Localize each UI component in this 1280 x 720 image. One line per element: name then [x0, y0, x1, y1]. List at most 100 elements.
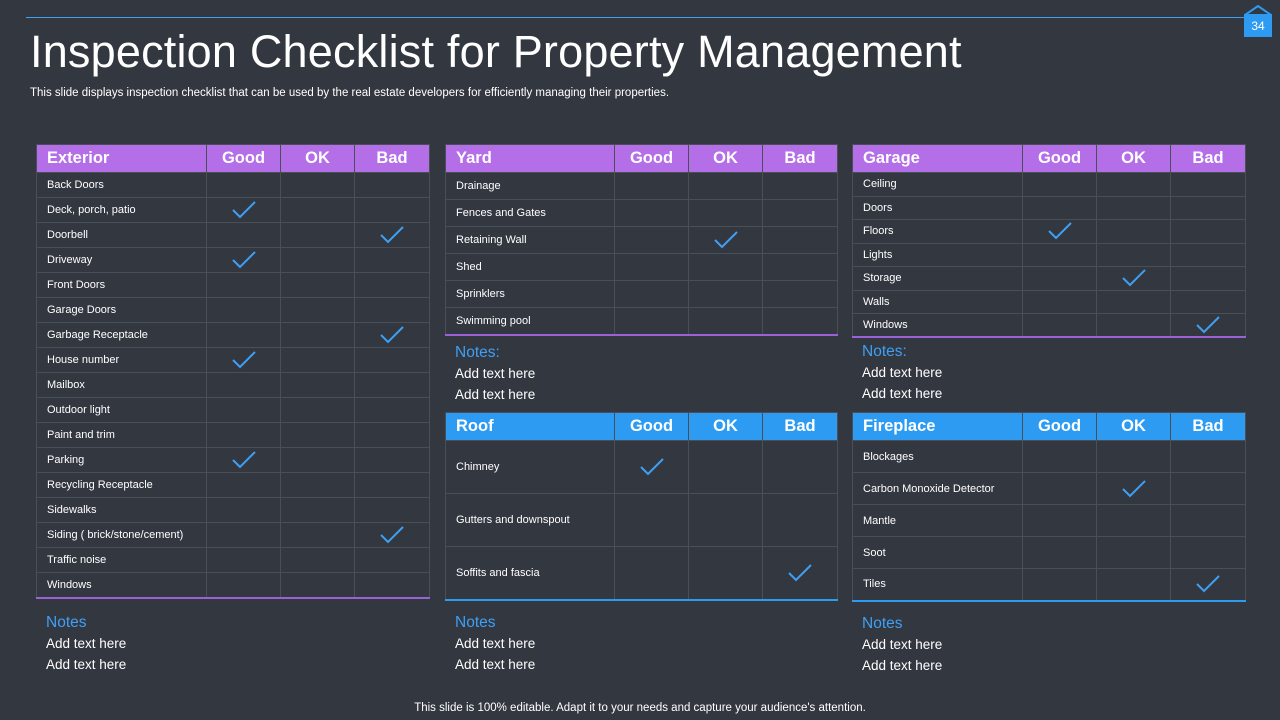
- bad-rating-cell[interactable]: [354, 472, 430, 498]
- good-rating-cell[interactable]: [206, 372, 281, 398]
- ok-rating-cell[interactable]: [280, 522, 355, 548]
- good-rating-cell[interactable]: [614, 546, 689, 600]
- bad-rating-cell[interactable]: [762, 253, 838, 281]
- ok-rating-cell[interactable]: [280, 372, 355, 398]
- good-rating-cell[interactable]: [206, 247, 281, 273]
- good-rating-cell[interactable]: [1022, 172, 1097, 197]
- ok-rating-cell[interactable]: [688, 307, 763, 335]
- ok-rating-cell[interactable]: [1096, 266, 1171, 291]
- good-rating-cell[interactable]: [1022, 440, 1097, 473]
- good-rating-cell[interactable]: [614, 253, 689, 281]
- bad-rating-cell[interactable]: [354, 522, 430, 548]
- good-rating-cell[interactable]: [206, 547, 281, 573]
- ok-rating-cell[interactable]: [280, 447, 355, 473]
- good-rating-cell[interactable]: [614, 172, 689, 200]
- ok-rating-cell[interactable]: [280, 197, 355, 223]
- bad-rating-cell[interactable]: [762, 172, 838, 200]
- bad-rating-cell[interactable]: [1170, 242, 1246, 267]
- bad-rating-cell[interactable]: [762, 440, 838, 494]
- bad-rating-cell[interactable]: [354, 422, 430, 448]
- ok-rating-cell[interactable]: [280, 472, 355, 498]
- good-rating-cell[interactable]: [206, 197, 281, 223]
- ok-rating-cell[interactable]: [280, 547, 355, 573]
- bad-rating-cell[interactable]: [762, 307, 838, 335]
- good-rating-cell[interactable]: [1022, 568, 1097, 601]
- ok-rating-cell[interactable]: [1096, 568, 1171, 601]
- ok-rating-cell[interactable]: [688, 493, 763, 547]
- bad-rating-cell[interactable]: [1170, 313, 1246, 338]
- good-rating-cell[interactable]: [1022, 472, 1097, 505]
- ok-rating-cell[interactable]: [1096, 313, 1171, 338]
- good-rating-cell[interactable]: [1022, 289, 1097, 314]
- bad-rating-cell[interactable]: [354, 297, 430, 323]
- ok-rating-cell[interactable]: [280, 222, 355, 248]
- good-rating-cell[interactable]: [206, 422, 281, 448]
- ok-rating-cell[interactable]: [1096, 289, 1171, 314]
- bad-rating-cell[interactable]: [354, 322, 430, 348]
- ok-rating-cell[interactable]: [688, 440, 763, 494]
- bad-rating-cell[interactable]: [762, 199, 838, 227]
- good-rating-cell[interactable]: [206, 497, 281, 523]
- ok-rating-cell[interactable]: [1096, 472, 1171, 505]
- ok-rating-cell[interactable]: [688, 546, 763, 600]
- bad-rating-cell[interactable]: [1170, 472, 1246, 505]
- bad-rating-cell[interactable]: [354, 272, 430, 298]
- bad-rating-cell[interactable]: [1170, 172, 1246, 197]
- good-rating-cell[interactable]: [614, 307, 689, 335]
- ok-rating-cell[interactable]: [688, 226, 763, 254]
- notes-line[interactable]: Add text here: [862, 363, 942, 384]
- ok-rating-cell[interactable]: [280, 247, 355, 273]
- bad-rating-cell[interactable]: [762, 226, 838, 254]
- good-rating-cell[interactable]: [1022, 219, 1097, 244]
- good-rating-cell[interactable]: [1022, 195, 1097, 220]
- ok-rating-cell[interactable]: [280, 322, 355, 348]
- bad-rating-cell[interactable]: [1170, 266, 1246, 291]
- bad-rating-cell[interactable]: [762, 280, 838, 308]
- ok-rating-cell[interactable]: [1096, 172, 1171, 197]
- bad-rating-cell[interactable]: [354, 397, 430, 423]
- ok-rating-cell[interactable]: [1096, 504, 1171, 537]
- good-rating-cell[interactable]: [206, 572, 281, 598]
- bad-rating-cell[interactable]: [354, 572, 430, 598]
- ok-rating-cell[interactable]: [280, 422, 355, 448]
- bad-rating-cell[interactable]: [354, 172, 430, 198]
- ok-rating-cell[interactable]: [688, 280, 763, 308]
- bad-rating-cell[interactable]: [762, 546, 838, 600]
- notes-line[interactable]: Add text here: [455, 634, 535, 655]
- bad-rating-cell[interactable]: [354, 347, 430, 373]
- notes-line[interactable]: Add text here: [862, 384, 942, 405]
- good-rating-cell[interactable]: [206, 472, 281, 498]
- good-rating-cell[interactable]: [206, 322, 281, 348]
- good-rating-cell[interactable]: [206, 522, 281, 548]
- notes-line[interactable]: Add text here: [46, 634, 126, 655]
- ok-rating-cell[interactable]: [280, 572, 355, 598]
- ok-rating-cell[interactable]: [280, 397, 355, 423]
- good-rating-cell[interactable]: [1022, 313, 1097, 338]
- bad-rating-cell[interactable]: [1170, 289, 1246, 314]
- good-rating-cell[interactable]: [206, 447, 281, 473]
- good-rating-cell[interactable]: [1022, 266, 1097, 291]
- bad-rating-cell[interactable]: [762, 493, 838, 547]
- ok-rating-cell[interactable]: [280, 497, 355, 523]
- good-rating-cell[interactable]: [614, 280, 689, 308]
- ok-rating-cell[interactable]: [688, 199, 763, 227]
- good-rating-cell[interactable]: [1022, 504, 1097, 537]
- good-rating-cell[interactable]: [1022, 536, 1097, 569]
- ok-rating-cell[interactable]: [280, 347, 355, 373]
- notes-line[interactable]: Add text here: [455, 385, 535, 406]
- good-rating-cell[interactable]: [614, 199, 689, 227]
- bad-rating-cell[interactable]: [354, 372, 430, 398]
- bad-rating-cell[interactable]: [354, 497, 430, 523]
- bad-rating-cell[interactable]: [354, 247, 430, 273]
- ok-rating-cell[interactable]: [1096, 219, 1171, 244]
- bad-rating-cell[interactable]: [1170, 440, 1246, 473]
- bad-rating-cell[interactable]: [354, 197, 430, 223]
- good-rating-cell[interactable]: [206, 397, 281, 423]
- bad-rating-cell[interactable]: [1170, 219, 1246, 244]
- notes-line[interactable]: Add text here: [862, 635, 942, 656]
- bad-rating-cell[interactable]: [354, 447, 430, 473]
- ok-rating-cell[interactable]: [688, 253, 763, 281]
- bad-rating-cell[interactable]: [1170, 536, 1246, 569]
- notes-line[interactable]: Add text here: [455, 364, 535, 385]
- ok-rating-cell[interactable]: [1096, 536, 1171, 569]
